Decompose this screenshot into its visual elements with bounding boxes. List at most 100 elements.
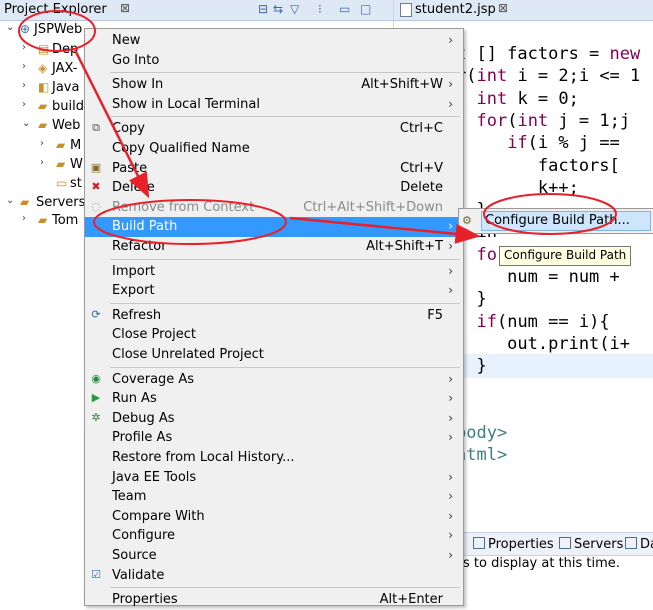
tree-item-m[interactable]: › ▰ M (0, 137, 84, 157)
menu-item-profile-as[interactable]: Profile As › (85, 428, 463, 448)
tab-servers[interactable]: Servers (559, 537, 623, 552)
chevron-right-icon[interactable]: › (22, 61, 26, 72)
menu-item-show-in[interactable]: Show In Alt+Shift+W › (85, 75, 463, 95)
chevron-right-icon[interactable]: › (40, 157, 44, 168)
minimize-icon[interactable]: ▭ (339, 2, 350, 16)
chevron-right-icon: › (448, 528, 453, 543)
tree-item-servers[interactable]: ⌄ ▰ Servers (0, 194, 85, 214)
menu-item-show-in-local-terminal[interactable]: Show in Local Terminal › (85, 95, 463, 115)
tree-item-jax-[interactable]: › ◈ JAX- (0, 60, 84, 80)
context-menu: New › Go Into Show In Alt+Shift+W › Show in Lo… (84, 28, 464, 607)
menu-item-properties[interactable]: Properties Alt+Enter (85, 590, 463, 610)
editor-tab[interactable]: student2.jsp ⊠ (394, 0, 653, 21)
project-explorer-title: Project Explorer (4, 2, 107, 17)
chevron-right-icon[interactable]: › (22, 99, 26, 110)
code-line: if(i % j == (507, 133, 620, 154)
collapse-all-icon[interactable]: ⊟ (258, 2, 268, 16)
menu-separator (110, 72, 460, 74)
menu-item-validate[interactable]: ☑ Validate (85, 566, 463, 586)
chevron-right-icon[interactable]: › (22, 42, 26, 53)
menu-item-refresh[interactable]: ⟳ Refresh F5 (85, 306, 463, 326)
menu-item-label: Configure (112, 528, 176, 544)
menu-item-label: Show In (112, 77, 164, 93)
filter-icon[interactable]: ▽ (290, 2, 299, 16)
menu-item-team[interactable]: Team › (85, 487, 463, 507)
menu-item-copy[interactable]: ⧉ Copy Ctrl+C (85, 119, 463, 139)
chevron-right-icon[interactable]: › (40, 138, 44, 149)
menu-item-build-path[interactable]: Build Path › (85, 217, 463, 238)
deployment-descriptor-icon: ▤ (38, 42, 50, 56)
menu-item-configure[interactable]: Configure › (85, 526, 463, 546)
tree-item-label: Dep (52, 42, 79, 57)
menu-item-label: Paste (112, 160, 148, 176)
menu-item-delete[interactable]: ✖ Delete Delete (85, 178, 463, 198)
chevron-down-icon[interactable]: ⌄ (6, 195, 14, 206)
close-icon[interactable]: ⊠ (120, 1, 130, 15)
chevron-down-icon[interactable]: ⌄ (22, 118, 30, 129)
tree-item-jspweb[interactable]: ⌄ ⊕ JSPWeb (0, 21, 84, 41)
menu-item-label: Profile As (112, 430, 173, 446)
tree-item-dep[interactable]: › ▤ Dep (0, 41, 84, 61)
menu-item-configure-build-path[interactable]: Configure Build Path... (481, 211, 651, 231)
menu-separator (110, 366, 460, 368)
tree-item-label: Java (52, 80, 80, 95)
view-menu-icon[interactable]: ⁝ (318, 2, 322, 16)
chevron-right-icon: › (448, 548, 453, 562)
menu-item-java-ee-tools[interactable]: Java EE Tools › (85, 468, 463, 488)
menu-item-paste[interactable]: ▣ Paste Ctrl+V (85, 159, 463, 179)
menu-item-label: Build Path (112, 219, 178, 235)
paste-icon: ▣ (90, 160, 102, 174)
menu-item-shortcut: Ctrl+Alt+Shift+Down (303, 199, 443, 215)
maximize-icon[interactable]: □ (360, 2, 371, 16)
chevron-right-icon[interactable]: › (22, 80, 26, 91)
folder-icon: ▰ (56, 157, 66, 171)
tree-item-java[interactable]: › ◧ Java (0, 79, 84, 99)
menu-item-shortcut: Alt+Shift+W (361, 77, 443, 93)
menu-item-restore-from-local-history[interactable]: Restore from Local History... (85, 448, 463, 468)
java-resources-icon: ◧ (38, 80, 50, 94)
menu-item-source[interactable]: Source › (85, 546, 463, 566)
menu-separator (110, 302, 460, 304)
menu-item-coverage-as[interactable]: ◉ Coverage As › (85, 370, 463, 390)
tree-item-build[interactable]: › ▰ build (0, 98, 84, 118)
code-line: out.print(i+ (456, 333, 630, 354)
menu-separator (110, 258, 460, 260)
code-line: k++; (456, 177, 579, 198)
menu-item-label: Restore from Local History... (112, 450, 295, 465)
menu-item-refactor[interactable]: Refactor Alt+Shift+T › (85, 237, 463, 257)
close-icon[interactable]: ⊠ (498, 1, 508, 15)
tree-item-tom[interactable]: › ▰ Tom (0, 212, 84, 232)
chevron-down-icon[interactable]: ⌄ (6, 22, 14, 33)
project-explorer-tab[interactable]: Project Explorer ⊠ ⊟ ⇆ ▽ ⁝ ▭ □ (0, 0, 393, 21)
menu-item-go-into[interactable]: Go Into (85, 51, 463, 71)
chevron-right-icon[interactable]: › (22, 213, 26, 224)
menu-item-label: Close Unrelated Project (112, 347, 264, 362)
menu-item-compare-with[interactable]: Compare With › (85, 507, 463, 527)
menu-item-close-unrelated-project[interactable]: Close Unrelated Project (85, 345, 463, 365)
menu-item-close-project[interactable]: Close Project (85, 325, 463, 345)
menu-item-label: Copy Qualified Name (112, 141, 250, 156)
menu-item-copy-qualified-name[interactable]: Copy Qualified Name (85, 139, 463, 159)
chevron-right-icon: › (448, 508, 453, 523)
folder-icon: ▰ (38, 118, 48, 132)
configure-build-path-icon: ⚙ (462, 214, 472, 227)
tree-item-label: Web (52, 118, 81, 133)
menu-item-debug-as[interactable]: ✲ Debug As › (85, 409, 463, 429)
menu-item-run-as[interactable]: ▶ Run As › (85, 389, 463, 409)
tree-item-st[interactable]: ▭ st (0, 175, 84, 195)
tab-data-source[interactable]: Da (625, 537, 653, 552)
run-icon: ▶ (91, 391, 101, 405)
tree-item-w[interactable]: › ▰ W (0, 156, 84, 176)
jsp-file-icon (400, 3, 412, 17)
tab-properties[interactable]: Properties (473, 537, 554, 552)
tree-item-web[interactable]: ⌄ ▰ Web (0, 117, 84, 137)
menu-item-label: Import (112, 263, 156, 279)
menu-item-label: Delete (112, 180, 155, 196)
menu-item-new[interactable]: New › (85, 31, 463, 51)
tab-data-source-label: Da (640, 537, 653, 552)
menu-item-label: Refresh (112, 307, 162, 323)
menu-item-import[interactable]: Import › (85, 262, 463, 282)
menu-item-export[interactable]: Export › (85, 281, 463, 301)
servers-icon (559, 537, 571, 549)
link-with-editor-icon[interactable]: ⇆ (273, 2, 283, 16)
